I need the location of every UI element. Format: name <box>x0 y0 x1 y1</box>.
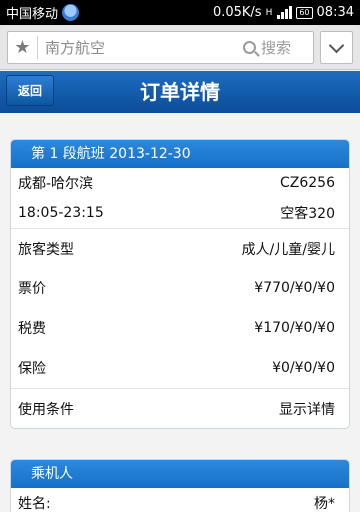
search-bar: ★ 南方航空 搜索 <box>0 25 360 70</box>
star-icon[interactable]: ★ <box>8 36 38 59</box>
network-speed: 0.05K/s <box>212 5 262 20</box>
info-label: 旅客类型 <box>18 241 74 258</box>
show-details-link[interactable]: 显示详情 <box>279 399 335 419</box>
passenger-heading: 乘机人 <box>11 460 349 488</box>
info-label: 保险 <box>18 361 46 377</box>
flight-heading: 第 1 段航班 2013-12-30 <box>11 140 349 168</box>
search-input[interactable]: ★ 南方航空 搜索 <box>7 31 314 64</box>
flight-time: 18:05-23:15 <box>18 205 104 221</box>
name-value: 杨* <box>314 496 335 512</box>
back-button[interactable]: 返回 <box>6 75 54 106</box>
info-row-insurance: 保险 ¥0/¥0/¥0 <box>11 348 349 388</box>
search-button[interactable]: 搜索 <box>242 37 313 58</box>
battery-icon: 60 <box>296 6 313 19</box>
title-bar: 订单详情 返回 <box>0 71 360 113</box>
info-row-passenger-type: 旅客类型 成人/儿童/婴儿 <box>11 228 349 268</box>
passenger-card: 乘机人 姓名: 杨* <box>10 459 350 512</box>
info-label: 税费 <box>18 321 46 337</box>
info-value: ¥170/¥0/¥0 <box>254 320 335 336</box>
info-row-tax: 税费 ¥170/¥0/¥0 <box>11 308 349 348</box>
aircraft-type: 空客320 <box>280 206 335 222</box>
qq-icon <box>62 4 80 21</box>
carrier-name: 中国移动 <box>6 7 59 22</box>
signal-icon <box>277 6 293 19</box>
name-label: 姓名: <box>18 496 51 512</box>
clock: 08:34 <box>316 5 354 20</box>
hspa-icon: H <box>265 7 273 18</box>
chevron-down-icon <box>328 37 345 53</box>
terms-row[interactable]: 使用条件 显示详情 <box>11 388 349 428</box>
flight-card: 第 1 段航班 2013-12-30 成都-哈尔滨 CZ6256 18:05-2… <box>10 139 350 429</box>
info-value: 成人/儿童/婴儿 <box>241 241 335 258</box>
route: 成都-哈尔滨 <box>18 176 94 192</box>
dropdown-button[interactable] <box>320 31 353 64</box>
route-row: 成都-哈尔滨 CZ6256 <box>11 168 349 198</box>
info-row-fare: 票价 ¥770/¥0/¥0 <box>11 268 349 308</box>
search-icon <box>242 41 256 54</box>
terms-label: 使用条件 <box>18 401 74 418</box>
search-query[interactable]: 南方航空 <box>38 37 243 58</box>
passenger-name-row: 姓名: 杨* <box>11 488 349 512</box>
search-button-label: 搜索 <box>260 39 291 57</box>
info-label: 票价 <box>18 281 46 297</box>
info-value: ¥770/¥0/¥0 <box>254 280 335 296</box>
info-value: ¥0/¥0/¥0 <box>272 360 335 376</box>
page-title: 订单详情 <box>140 80 220 104</box>
flight-number: CZ6256 <box>280 175 335 191</box>
time-row: 18:05-23:15 空客320 <box>11 198 349 228</box>
status-bar: 中国移动 0.05K/s H 60 08:34 <box>0 0 360 25</box>
